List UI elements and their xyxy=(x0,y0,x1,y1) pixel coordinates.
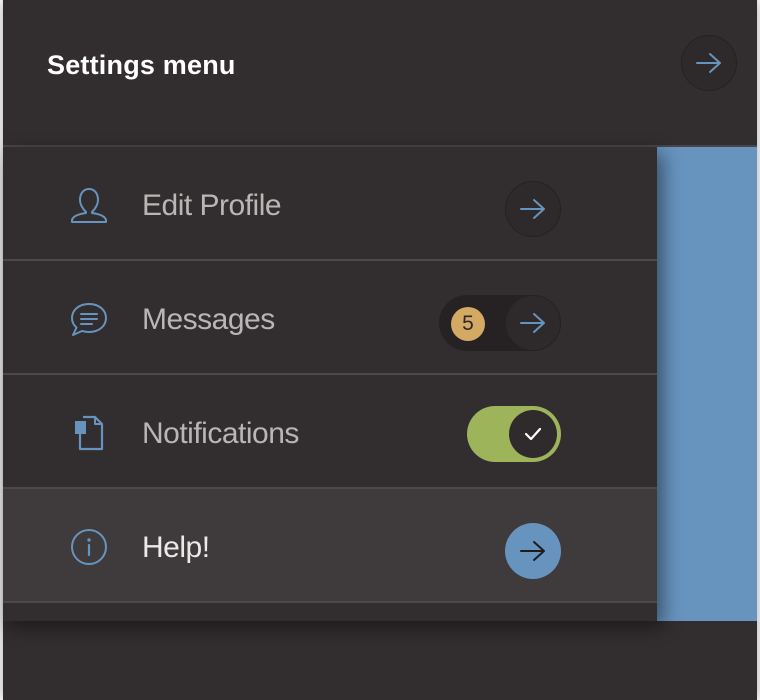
messages-action-group: 5 xyxy=(439,295,561,351)
document-icon xyxy=(67,411,111,455)
menu-item-label: Notifications xyxy=(142,417,299,450)
help-forward-button[interactable] xyxy=(505,523,561,579)
unread-count-badge: 5 xyxy=(451,307,485,341)
menu-item-label: Help! xyxy=(142,531,210,564)
menu-item-notifications[interactable]: Notifications xyxy=(3,375,657,489)
arrow-right-icon xyxy=(520,199,545,219)
edit-profile-forward-button[interactable] xyxy=(505,181,561,237)
menu-item-label: Edit Profile xyxy=(142,189,282,222)
messages-forward-button[interactable] xyxy=(505,295,561,351)
settings-header: Settings menu xyxy=(3,0,757,147)
checkmark-icon xyxy=(524,427,542,441)
menu-item-edit-profile[interactable]: Edit Profile xyxy=(3,147,657,261)
info-icon xyxy=(67,525,111,569)
arrow-right-icon xyxy=(520,313,545,333)
user-icon xyxy=(67,183,111,227)
menu-item-label: Messages xyxy=(142,303,275,336)
toggle-knob xyxy=(509,410,557,458)
notifications-toggle[interactable] xyxy=(467,406,561,462)
settings-menu-list: Edit Profile Messages 5 Notifications He… xyxy=(3,147,657,621)
header-forward-button[interactable] xyxy=(681,35,737,91)
menu-item-messages[interactable]: Messages 5 xyxy=(3,261,657,375)
arrow-right-icon xyxy=(520,541,545,561)
chat-bubble-icon xyxy=(67,297,111,341)
page-title: Settings menu xyxy=(47,50,236,80)
menu-item-help[interactable]: Help! xyxy=(3,489,657,603)
arrow-right-icon xyxy=(696,53,721,73)
side-strip xyxy=(657,147,757,621)
